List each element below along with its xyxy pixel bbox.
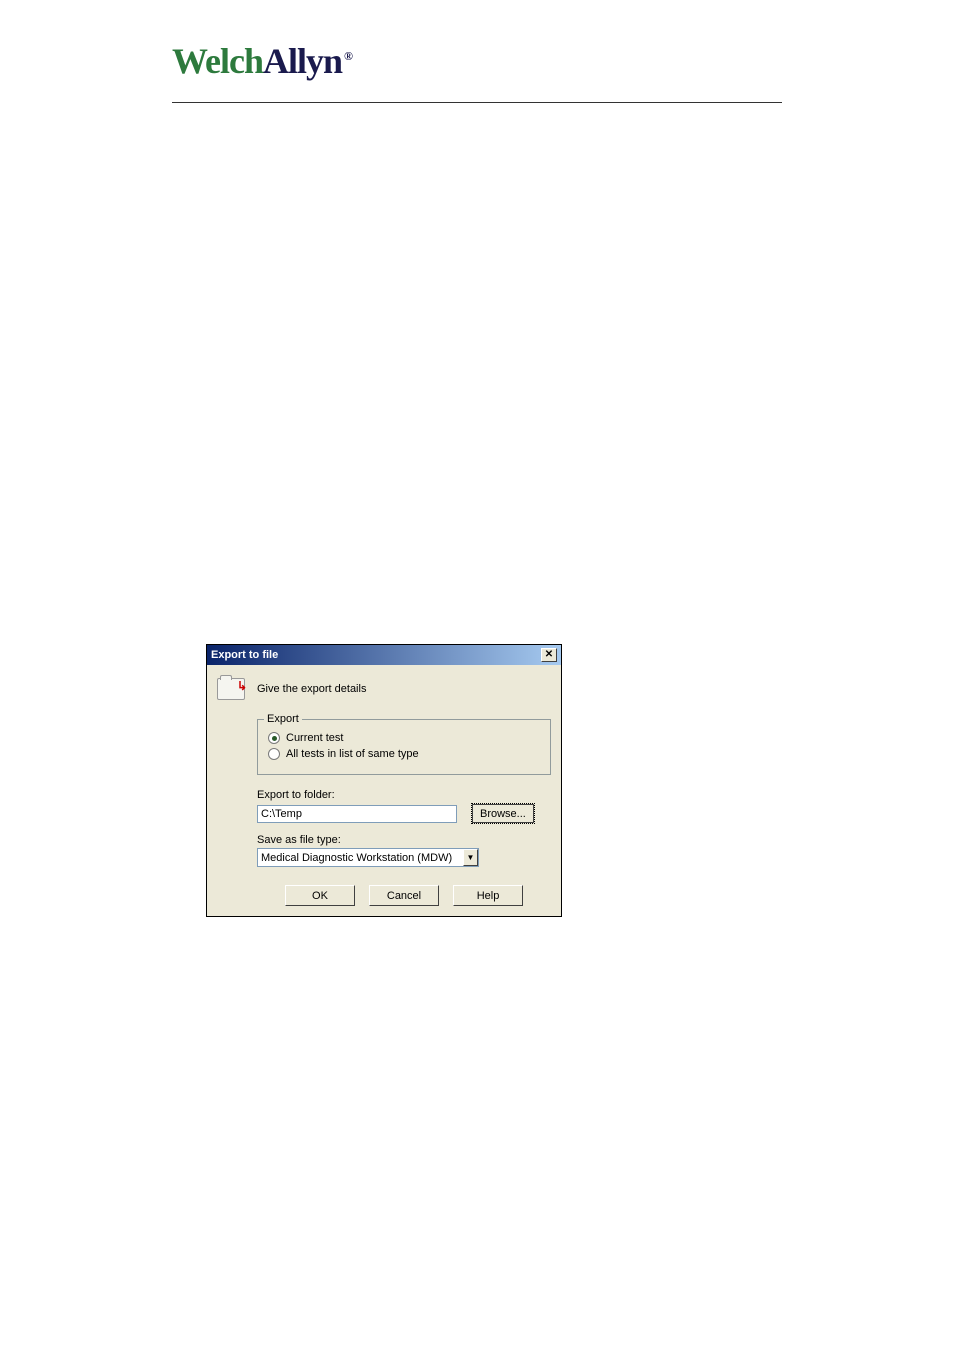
filetype-dropdown[interactable]: Medical Diagnostic Workstation (MDW) ▼ bbox=[257, 848, 479, 867]
radio-icon bbox=[268, 732, 280, 744]
export-fieldset: Export Current test All tests in list of… bbox=[257, 719, 551, 775]
help-button[interactable]: Help bbox=[453, 885, 523, 906]
dialog-title: Export to file bbox=[211, 649, 278, 661]
radio-current-test[interactable]: Current test bbox=[268, 732, 540, 744]
dialog-subtitle: Give the export details bbox=[257, 683, 366, 695]
folder-input[interactable] bbox=[257, 805, 457, 823]
logo-part2: Allyn bbox=[263, 41, 342, 81]
folder-label: Export to folder: bbox=[257, 789, 551, 801]
logo-part1: Welch bbox=[172, 41, 263, 81]
radio-icon bbox=[268, 748, 280, 760]
filetype-label: Save as file type: bbox=[257, 834, 551, 846]
radio-label-current: Current test bbox=[286, 732, 343, 744]
export-dialog: Export to file ✕ ↳ Give the export detai… bbox=[206, 644, 562, 917]
radio-all-tests[interactable]: All tests in list of same type bbox=[268, 748, 540, 760]
logo-registered: ® bbox=[344, 49, 352, 63]
browse-button[interactable]: Browse... bbox=[471, 803, 535, 824]
header-divider bbox=[172, 102, 782, 103]
dialog-titlebar: Export to file ✕ bbox=[207, 645, 561, 665]
cancel-button[interactable]: Cancel bbox=[369, 885, 439, 906]
ok-button[interactable]: OK bbox=[285, 885, 355, 906]
export-folder-icon: ↳ bbox=[217, 673, 249, 705]
filetype-value: Medical Diagnostic Workstation (MDW) bbox=[261, 852, 452, 864]
radio-label-all: All tests in list of same type bbox=[286, 748, 419, 760]
fieldset-legend: Export bbox=[264, 713, 302, 725]
close-icon[interactable]: ✕ bbox=[541, 648, 557, 662]
brand-logo: WelchAllyn® bbox=[172, 40, 352, 82]
chevron-down-icon: ▼ bbox=[463, 849, 478, 866]
